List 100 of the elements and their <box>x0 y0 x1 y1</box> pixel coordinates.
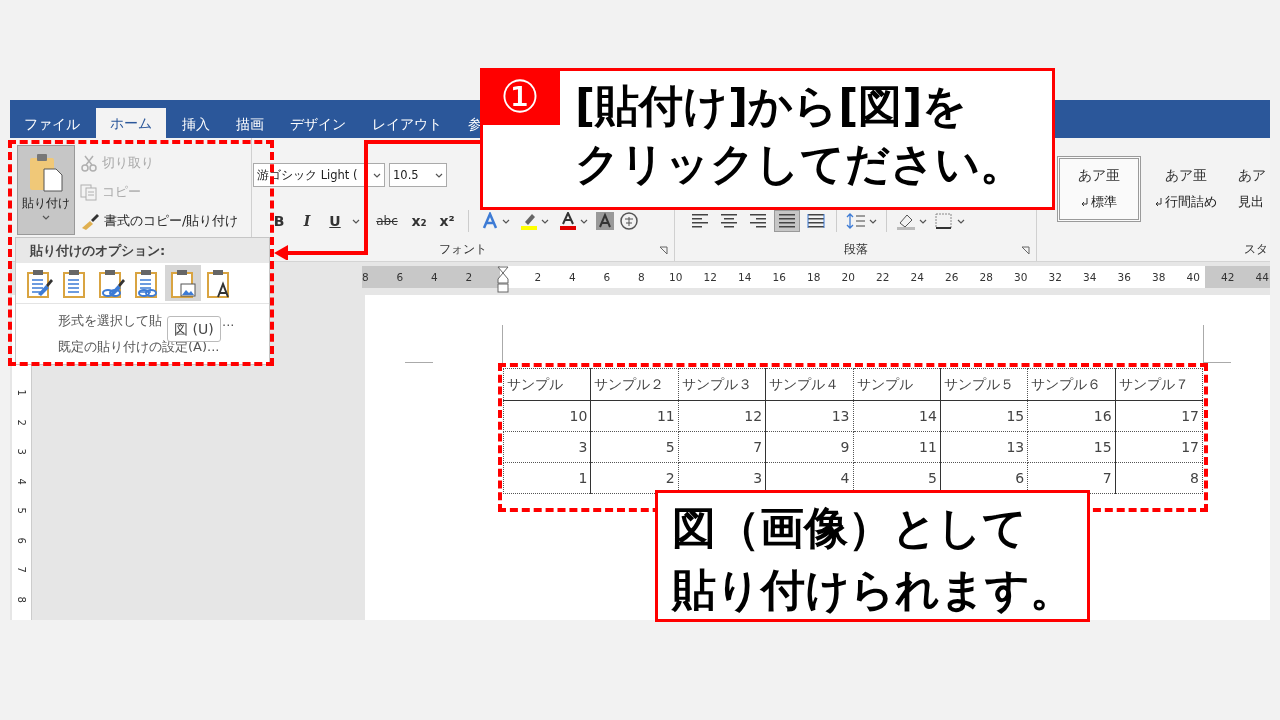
format-button[interactable]: B <box>268 213 290 229</box>
ribbon-tab[interactable]: 描画 <box>226 110 274 138</box>
lines-icon <box>778 212 796 230</box>
shading-icon[interactable] <box>896 212 916 230</box>
callout-text: [貼付け]から[図]を クリックしてださい。 <box>575 79 1025 191</box>
caret-icon[interactable] <box>502 218 510 224</box>
ruler-number: 2 <box>464 270 474 285</box>
table-cell: 17 <box>1115 431 1203 463</box>
format-button[interactable]: U <box>324 213 346 229</box>
format-button[interactable]: I <box>296 213 318 229</box>
style-tile[interactable]: あア 見出 <box>1231 156 1270 222</box>
clipboard-picture-icon <box>168 267 198 299</box>
ruler-number: 14 <box>737 270 753 285</box>
ruler-number: 5 <box>15 506 29 516</box>
ruler-number: 36 <box>1116 270 1132 285</box>
format-button[interactable]: abc <box>372 214 402 228</box>
ruler-number: 40 <box>1185 270 1201 285</box>
caret-icon[interactable] <box>919 218 927 224</box>
ribbon-command[interactable]: 書式のコピー/貼り付け <box>80 210 239 232</box>
style-tile[interactable]: あア亜 標準 <box>1057 156 1141 222</box>
group-label: 段落 <box>842 240 869 258</box>
ribbon-tab[interactable]: 参 <box>458 110 482 138</box>
enclosed-character-icon[interactable] <box>620 212 638 230</box>
ruler-number: 7 <box>15 565 29 575</box>
format-button[interactable]: x₂ <box>408 213 430 229</box>
menu-heading: 貼り付けのオプション: <box>16 238 269 263</box>
table-header-cell: サンプル２ <box>590 368 679 401</box>
caret-icon[interactable] <box>42 215 50 220</box>
ruler-number: 4 <box>429 270 439 285</box>
lines-icon <box>720 212 738 230</box>
table-header-cell: サンプル６ <box>1027 368 1116 401</box>
ribbon-tab[interactable]: 挿入 <box>172 110 220 138</box>
return-icon <box>1155 198 1162 206</box>
table-header-cell: サンプル３ <box>678 368 766 401</box>
table-cell: 12 <box>678 400 766 432</box>
text-effects-icon[interactable] <box>481 212 499 230</box>
table-header-cell: サンプル５ <box>940 368 1028 401</box>
group-label: フォント <box>438 240 488 258</box>
ribbon-tab[interactable]: レイアウト <box>362 110 452 138</box>
tooltip: 図 (U) <box>167 316 221 342</box>
ruler-number: 1 <box>15 388 29 398</box>
table-header-cell: サンプル <box>853 368 941 401</box>
caret-icon[interactable] <box>373 172 381 178</box>
caret-icon[interactable] <box>957 218 965 224</box>
table-cell: 11 <box>590 400 679 432</box>
caret-icon[interactable] <box>869 218 877 224</box>
ruler-number: 18 <box>806 270 822 285</box>
line-spacing-icon[interactable] <box>846 212 866 230</box>
ruler-number: 2 <box>15 418 29 428</box>
table-cell: 15 <box>1027 431 1116 463</box>
table-cell: 17 <box>1115 400 1203 432</box>
caret-icon[interactable] <box>541 218 549 224</box>
paste-button[interactable]: 貼り付け <box>17 145 75 235</box>
table-cell: 13 <box>765 400 853 432</box>
align-justify-button[interactable] <box>774 210 800 232</box>
dialog-launcher-icon[interactable] <box>1021 246 1030 255</box>
ruler-number: 8 <box>360 270 370 285</box>
format-button[interactable]: x² <box>436 213 458 229</box>
font-size-field[interactable]: 10.5 <box>389 163 447 187</box>
ruler-number: 12 <box>702 270 718 285</box>
table-header-cell: サンプル７ <box>1115 368 1203 401</box>
lines-icon <box>807 212 825 230</box>
font-color-icon[interactable] <box>559 212 577 230</box>
caret-icon[interactable] <box>435 172 443 178</box>
ribbon-tab[interactable]: デザイン <box>280 110 356 138</box>
lines-icon <box>691 212 709 230</box>
table-cell: 9 <box>765 431 853 463</box>
highlighter-icon[interactable] <box>520 212 538 230</box>
ruler-number: 20 <box>840 270 856 285</box>
ruler-number: 10 <box>668 270 684 285</box>
ruler-number: 6 <box>395 270 405 285</box>
ribbon-tab[interactable]: ファイル <box>14 110 90 138</box>
ruler-number: 42 <box>1220 270 1236 285</box>
style-tile[interactable]: あア亜 行間詰め <box>1144 156 1228 222</box>
ribbon-tab[interactable]: ホーム <box>96 108 166 138</box>
table-cell: 5 <box>590 431 679 463</box>
ruler-number: 32 <box>1047 270 1063 285</box>
caret-icon[interactable] <box>580 218 588 224</box>
paste-option[interactable] <box>165 265 201 301</box>
group-label: スタ <box>1243 240 1269 258</box>
ruler-number: 6 <box>15 536 29 546</box>
ruler-number: 2 <box>533 270 543 285</box>
dialog-launcher-icon[interactable] <box>659 246 668 255</box>
scissors-icon <box>80 154 98 172</box>
clipboard-link-brush-icon <box>96 267 126 299</box>
table-cell: 7 <box>678 431 766 463</box>
ruler-number: 4 <box>15 477 29 487</box>
ruler-number: 22 <box>875 270 891 285</box>
callout-text: 図（画像）として 貼り付けられます。 <box>672 501 1075 617</box>
table-cell: 15 <box>940 400 1028 432</box>
table-header-cell: サンプル <box>503 368 591 401</box>
ruler-number: 16 <box>771 270 787 285</box>
table-cell: 14 <box>853 400 941 432</box>
lines-icon <box>749 212 767 230</box>
table-cell: 8 <box>1115 462 1203 494</box>
ruler-number: 28 <box>978 270 994 285</box>
borders-icon[interactable] <box>934 212 954 230</box>
caret-icon[interactable] <box>352 218 360 224</box>
indent-marker-icon[interactable] <box>497 266 510 296</box>
ruler-number: 26 <box>944 270 960 285</box>
